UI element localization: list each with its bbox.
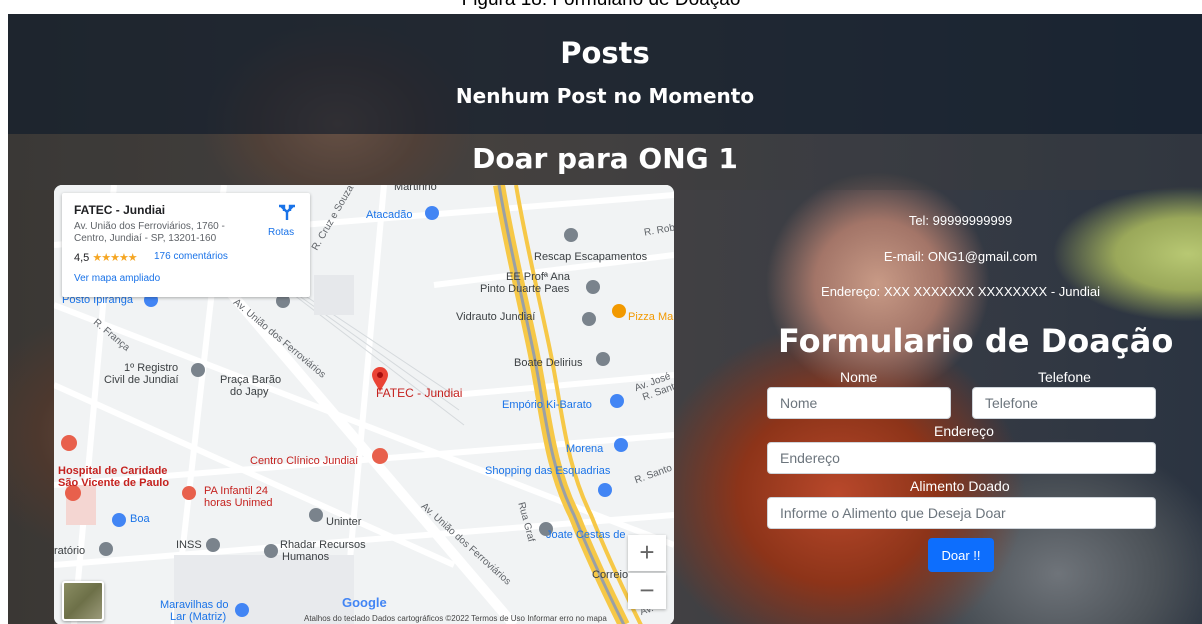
google-logo: Google bbox=[342, 595, 387, 610]
map-label-registro2[interactable]: Civil de Jundiaí bbox=[104, 374, 179, 386]
map-label-pa2[interactable]: horas Unimed bbox=[204, 497, 272, 509]
map-label-vidrauto[interactable]: Vidrauto Jundiaí bbox=[456, 311, 535, 323]
map-label-praca2[interactable]: do Japy bbox=[230, 386, 269, 398]
map-label-rhadar1[interactable]: Rhadar Recursos bbox=[280, 539, 366, 551]
endereco-input[interactable] bbox=[767, 442, 1156, 474]
map-label-uninter[interactable]: Uninter bbox=[326, 516, 361, 528]
directions-icon[interactable] bbox=[278, 203, 296, 221]
rating-value: 4,5 bbox=[74, 252, 90, 264]
map-label-maravilhas2[interactable]: Lar (Matriz) bbox=[170, 611, 226, 623]
map-label-emporio[interactable]: Empório Ki-Barato bbox=[502, 399, 592, 411]
contact-address: Endereço: XXX XXXXXXX XXXXXXXX - Jundiai bbox=[821, 284, 1100, 299]
posts-subtitle: Nenhum Post no Momento bbox=[455, 84, 755, 108]
page-background: Posts Nenhum Post no Momento Doar para O… bbox=[8, 14, 1202, 624]
map-label-inss[interactable]: INSS bbox=[176, 539, 202, 551]
map-label-boa[interactable]: Boa bbox=[130, 513, 150, 525]
nome-label: Nome bbox=[840, 369, 878, 385]
map-label-maravilhas1[interactable]: Maravilhas do bbox=[160, 599, 228, 611]
ong-title: Doar para ONG 1 bbox=[472, 142, 738, 175]
map-label-praca1[interactable]: Praça Barão bbox=[220, 374, 281, 386]
posts-title: Posts bbox=[560, 36, 650, 70]
map-label-ratorio[interactable]: ratório bbox=[54, 545, 85, 557]
map-label-martinho[interactable]: Martinho bbox=[394, 185, 437, 193]
map-label-boate[interactable]: Boate Delirius bbox=[514, 357, 582, 369]
place-title: FATEC - Jundiai bbox=[74, 203, 166, 217]
map-label-pa1[interactable]: PA Infantil 24 bbox=[204, 485, 268, 497]
map-label-ee[interactable]: EE Profª Ana bbox=[506, 271, 570, 283]
figure-caption: Figura 18: Formulario de Doação bbox=[0, 0, 1202, 14]
alimento-input[interactable] bbox=[767, 497, 1156, 529]
zoom-out-button[interactable]: − bbox=[628, 573, 666, 609]
map-label-pizza[interactable]: Pizza Ma bbox=[628, 311, 673, 323]
directions-link[interactable]: Rotas bbox=[268, 227, 294, 238]
map-label-registro1[interactable]: 1º Registro bbox=[124, 362, 178, 374]
telefone-input[interactable] bbox=[972, 387, 1156, 419]
map-attribution[interactable]: Atalhos do teclado Dados cartográficos ©… bbox=[304, 614, 607, 623]
alimento-label: Alimento Doado bbox=[910, 478, 1010, 494]
posts-header bbox=[8, 14, 1202, 134]
nome-input[interactable] bbox=[767, 387, 951, 419]
zoom-in-button[interactable]: + bbox=[628, 535, 666, 571]
telefone-label: Telefone bbox=[1038, 369, 1091, 385]
map-label-hospital1[interactable]: Hospital de Caridade bbox=[58, 465, 167, 477]
rating-stars-icon: ★★★★★ bbox=[92, 252, 137, 264]
map-label-joate[interactable]: Joate Cestas de bbox=[546, 529, 626, 541]
figure-caption-text: Figura 18: Formulario de Doação bbox=[462, 0, 741, 10]
map-label-fatec[interactable]: FATEC - Jundiai bbox=[376, 386, 462, 400]
map-label-hospital2[interactable]: São Vicente de Paulo bbox=[58, 477, 169, 489]
contact-phone: Tel: 99999999999 bbox=[908, 213, 1013, 228]
map-label-atacadao[interactable]: Atacadão bbox=[366, 209, 412, 221]
map-label-correio[interactable]: Correio bbox=[592, 569, 628, 581]
larger-map-link[interactable]: Ver mapa ampliado bbox=[74, 273, 160, 284]
map-label-shopping[interactable]: Shopping das Esquadrias bbox=[485, 465, 610, 477]
map-label-rescap[interactable]: Rescap Escapamentos bbox=[534, 251, 647, 263]
google-map[interactable]: Atacadão Rescap Escapamentos EE Profª An… bbox=[54, 185, 674, 624]
form-title: Formulario de Doação bbox=[778, 322, 1174, 360]
map-label-rhadar2[interactable]: Humanos bbox=[282, 551, 329, 563]
place-rating: 4,5 ★★★★★ bbox=[74, 251, 138, 264]
endereco-label: Endereço bbox=[934, 423, 994, 439]
donate-submit-button[interactable]: Doar !! bbox=[928, 538, 994, 572]
map-label-morena[interactable]: Morena bbox=[566, 443, 603, 455]
contact-email: E-mail: ONG1@gmail.com bbox=[883, 249, 1038, 264]
place-address: Av. União dos Ferroviários, 1760 - Centr… bbox=[74, 221, 225, 244]
place-info-card: FATEC - Jundiai Av. União dos Ferroviári… bbox=[62, 193, 310, 297]
map-label-ee2[interactable]: Pinto Duarte Paes bbox=[480, 283, 569, 295]
map-label-centro[interactable]: Centro Clínico Jundiaí bbox=[250, 455, 358, 467]
place-reviews-link[interactable]: 176 comentários bbox=[154, 251, 228, 262]
satellite-toggle[interactable] bbox=[62, 581, 104, 621]
